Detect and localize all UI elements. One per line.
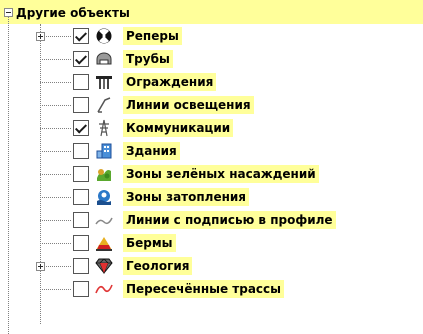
flood-zone-icon (95, 188, 113, 206)
item-checkbox[interactable] (73, 258, 89, 274)
tree-root-row[interactable]: Другие объекты (0, 0, 423, 24)
tree-connector-line (40, 59, 71, 60)
tree-connector-line (40, 243, 71, 244)
tree-root-label: Другие объекты (16, 6, 130, 20)
tree-item-label: Пересечённые трассы (123, 280, 285, 298)
tree-connector-line (40, 174, 71, 175)
tree-item-label: Реперы (123, 27, 182, 45)
tree-connector-line (40, 289, 71, 290)
tree-item-label: Бермы (123, 234, 176, 252)
tree-item[interactable]: Здания (0, 139, 423, 162)
item-checkbox[interactable] (73, 212, 89, 228)
tree-item-label: Трубы (123, 50, 173, 68)
pipe-icon (95, 50, 113, 68)
tree-item[interactable]: Линии освещения (0, 93, 423, 116)
crossed-route-icon (95, 280, 113, 298)
item-checkbox[interactable] (73, 143, 89, 159)
tree-item-label: Линии с подписью в профиле (123, 211, 336, 229)
fence-icon (95, 73, 113, 91)
tree-item[interactable]: Коммуникации (0, 116, 423, 139)
building-icon (95, 142, 113, 160)
tree-item[interactable]: Реперы (0, 24, 423, 47)
tree-item[interactable]: Бермы (0, 231, 423, 254)
profile-line-icon (95, 211, 113, 229)
green-zone-icon (95, 165, 113, 183)
item-checkbox[interactable] (73, 51, 89, 67)
tree-item[interactable]: Линии с подписью в профиле (0, 208, 423, 231)
tree-item-label: Геология (123, 257, 193, 275)
tree-item[interactable]: Трубы (0, 47, 423, 70)
tree-item-label: Здания (123, 142, 180, 160)
item-checkbox[interactable] (73, 189, 89, 205)
benchmark-icon (95, 27, 113, 45)
tree-item[interactable]: Зоны зелёных насаждений (0, 162, 423, 185)
item-checkbox[interactable] (73, 97, 89, 113)
tree-connector-line (40, 220, 71, 221)
item-checkbox[interactable] (73, 74, 89, 90)
tree-item-label: Линии освещения (123, 96, 254, 114)
expand-icon[interactable] (36, 32, 45, 41)
item-checkbox[interactable] (73, 166, 89, 182)
tree-item-label: Коммуникации (123, 119, 234, 137)
tree-item[interactable]: Ограждения (0, 70, 423, 93)
power-tower-icon (95, 119, 113, 137)
item-checkbox[interactable] (73, 281, 89, 297)
tree-item[interactable]: Пересечённые трассы (0, 277, 423, 300)
geology-icon (95, 257, 113, 275)
item-checkbox[interactable] (73, 235, 89, 251)
lighting-line-icon (95, 96, 113, 114)
item-checkbox[interactable] (73, 120, 89, 136)
berm-icon (95, 234, 113, 252)
tree-connector-line (40, 105, 71, 106)
tree-item-label: Зоны затопления (123, 188, 249, 206)
tree-connector-line (40, 82, 71, 83)
collapse-root-icon[interactable] (4, 8, 13, 17)
tree-connector-line (40, 128, 71, 129)
expand-icon[interactable] (36, 262, 45, 271)
tree-connector-line (40, 151, 71, 152)
tree-item-label: Ограждения (123, 73, 217, 91)
item-checkbox[interactable] (73, 28, 89, 44)
tree-item-label: Зоны зелёных насаждений (123, 165, 319, 183)
tree-connector-line (40, 197, 71, 198)
tree-item[interactable]: Зоны затопления (0, 185, 423, 208)
tree-item[interactable]: Геология (0, 254, 423, 277)
